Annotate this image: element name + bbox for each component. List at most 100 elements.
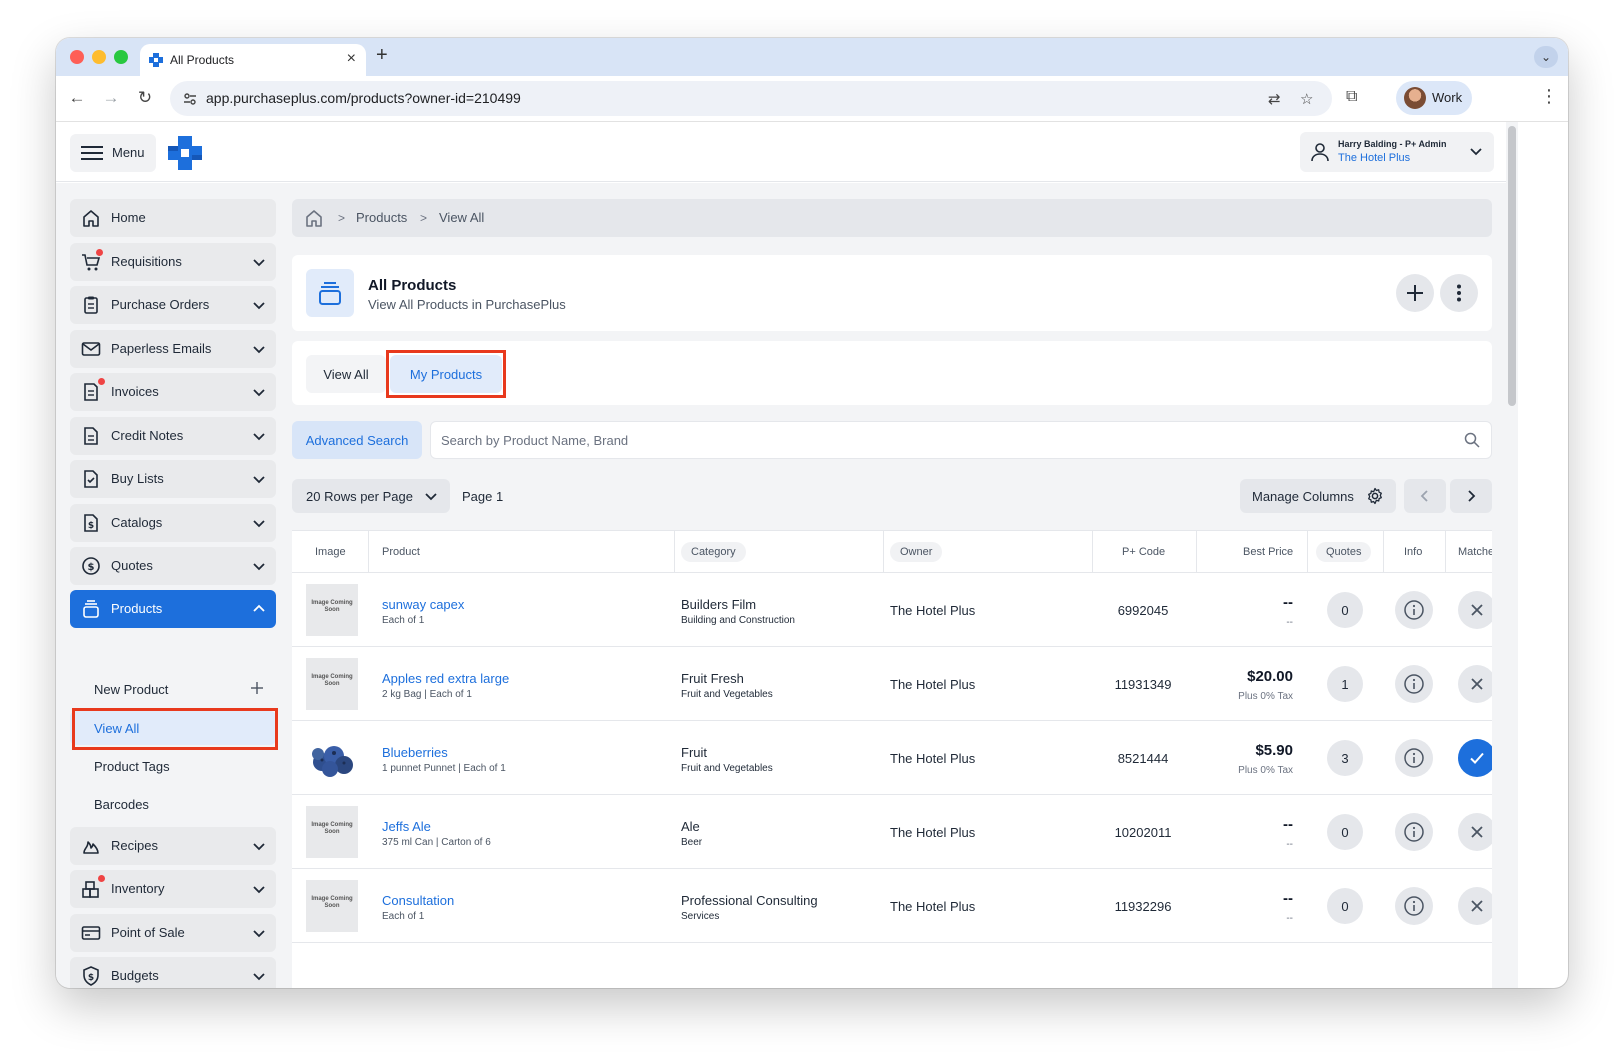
profile-button[interactable]: Work (1396, 81, 1472, 115)
sidebar-item-paperless-emails[interactable]: Paperless Emails (70, 330, 276, 368)
sidebar-subitem-new-product[interactable]: New Product (70, 672, 276, 706)
menu-button[interactable]: Menu (70, 134, 156, 172)
notification-dot (98, 875, 105, 882)
sidebar-item-purchase-orders[interactable]: Purchase Orders (70, 286, 276, 324)
match-status-button[interactable] (1458, 739, 1492, 777)
manage-columns-label: Manage Columns (1252, 489, 1354, 504)
sidebar-item-inventory[interactable]: Inventory (70, 870, 276, 908)
sidebar-item-quotes[interactable]: $ Quotes (70, 547, 276, 585)
info-button[interactable] (1395, 813, 1433, 851)
column-header-quotes[interactable]: Quotes (1308, 531, 1384, 573)
info-button[interactable] (1395, 887, 1433, 925)
purchaseplus-favicon-icon (149, 53, 163, 67)
forward-arrow-icon[interactable]: → (100, 88, 122, 108)
column-header-category[interactable]: Category (675, 531, 884, 573)
product-name-link[interactable]: sunway capex (382, 597, 464, 612)
browser-tab[interactable]: All Products × (140, 44, 366, 76)
match-status-button[interactable] (1458, 813, 1492, 851)
extensions-icon[interactable]: ⧉ (1346, 88, 1357, 106)
add-product-button[interactable] (1396, 274, 1434, 312)
sidebar-subitem-label: Barcodes (94, 797, 149, 812)
zoom-window-button[interactable] (114, 50, 128, 64)
info-button[interactable] (1395, 591, 1433, 629)
product-name-link[interactable]: Apples red extra large (382, 671, 509, 686)
purchaseplus-logo[interactable] (166, 134, 204, 172)
sidebar-item-products[interactable]: Products (70, 590, 276, 628)
product-image-placeholder: Image Coming Soon (306, 880, 358, 932)
best-price: -- (1283, 890, 1293, 907)
translate-icon[interactable]: ⇄ (1268, 90, 1281, 108)
minimize-window-button[interactable] (92, 50, 106, 64)
sidebar-item-buy-lists[interactable]: Buy Lists (70, 460, 276, 498)
back-arrow-icon[interactable]: ← (66, 88, 88, 108)
bookmark-star-icon[interactable]: ☆ (1300, 90, 1313, 108)
quotes-count-badge[interactable]: 0 (1327, 592, 1363, 628)
chevron-down-icon (253, 302, 265, 310)
sidebar-item-home[interactable]: Home (70, 199, 276, 237)
tab-search-chevron-icon[interactable]: ⌄ (1534, 46, 1558, 68)
owner: The Hotel Plus (890, 677, 976, 692)
more-options-button[interactable] (1440, 274, 1478, 312)
table-row[interactable]: Image Coming Soon Jeffs Ale 375 ml Can |… (292, 795, 1492, 869)
breadcrumb-products[interactable]: Products (356, 210, 407, 225)
match-status-button[interactable] (1458, 665, 1492, 703)
info-button[interactable] (1395, 665, 1433, 703)
table-row[interactable]: Blueberries 1 punnet Punnet | Each of 1 … (292, 721, 1492, 795)
browser-menu-icon[interactable]: ⋮ (1540, 86, 1558, 107)
plus-icon[interactable] (250, 681, 264, 695)
sidebar-subitem-label: New Product (94, 682, 169, 697)
new-tab-button[interactable]: + (376, 44, 388, 67)
sidebar-subitem-barcodes[interactable]: Barcodes (70, 787, 276, 821)
products-icon-box (306, 269, 354, 317)
sidebar-subitem-product-tags[interactable]: Product Tags (70, 749, 276, 783)
sidebar-item-credit-notes[interactable]: Credit Notes (70, 417, 276, 455)
previous-page-button[interactable] (1404, 479, 1446, 513)
quotes-count-badge[interactable]: 0 (1327, 814, 1363, 850)
scrollbar-thumb[interactable] (1508, 126, 1516, 406)
page-scrollbar[interactable] (1506, 122, 1518, 988)
sidebar-item-point-of-sale[interactable]: Point of Sale (70, 914, 276, 952)
close-window-button[interactable] (70, 50, 84, 64)
column-header-product[interactable]: Product (369, 531, 675, 573)
sidebar-item-requisitions[interactable]: Requisitions (70, 243, 276, 281)
quotes-count-badge[interactable]: 1 (1327, 666, 1363, 702)
rows-per-page-select[interactable]: 20 Rows per Page (292, 479, 450, 513)
table-row[interactable]: Image Coming Soon Consultation Each of 1… (292, 869, 1492, 943)
hamburger-icon (81, 146, 103, 160)
site-settings-icon[interactable] (182, 91, 198, 107)
search-input[interactable] (430, 421, 1492, 459)
product-name-link[interactable]: Jeffs Ale (382, 819, 431, 834)
product-name-link[interactable]: Blueberries (382, 745, 448, 760)
sidebar-item-invoices[interactable]: Invoices (70, 373, 276, 411)
column-header-code[interactable]: P+ Code (1093, 531, 1197, 573)
user-menu-button[interactable]: Harry Balding - P+ Admin The Hotel Plus (1300, 132, 1494, 172)
quotes-count-badge[interactable]: 0 (1327, 888, 1363, 924)
advanced-search-button[interactable]: Advanced Search (292, 421, 422, 459)
product-name-link[interactable]: Consultation (382, 893, 454, 908)
sidebar-item-recipes[interactable]: Recipes (70, 827, 276, 865)
reload-icon[interactable]: ↻ (134, 88, 156, 108)
image-placeholder-text: Image Coming Soon (311, 896, 353, 909)
info-icon (1404, 896, 1424, 916)
sidebar-item-budgets[interactable]: $ Budgets (70, 957, 276, 988)
home-icon[interactable] (304, 208, 324, 228)
column-header-owner[interactable]: Owner (884, 531, 1093, 573)
match-status-button[interactable] (1458, 591, 1492, 629)
column-header-best-price[interactable]: Best Price (1197, 531, 1308, 573)
price-tax-note: Plus 0% Tax (1238, 691, 1293, 702)
search-icon[interactable] (1464, 432, 1480, 448)
manage-columns-button[interactable]: Manage Columns (1240, 479, 1396, 513)
info-button[interactable] (1395, 739, 1433, 777)
address-bar[interactable]: app.purchaseplus.com/products?owner-id=2… (170, 81, 1332, 116)
match-status-button[interactable] (1458, 887, 1492, 925)
next-page-button[interactable] (1450, 479, 1492, 513)
price-tax-note: -- (1286, 913, 1293, 924)
close-tab-icon[interactable]: × (347, 50, 356, 68)
sidebar-item-catalogs[interactable]: $ Catalogs (70, 504, 276, 542)
tab-view-all[interactable]: View All (306, 355, 386, 393)
boxes-icon (82, 881, 99, 898)
table-row[interactable]: Image Coming Soon sunway capex Each of 1… (292, 573, 1492, 647)
browser-window: All Products × + ⌄ ← → ↻ app.purchaseplu… (56, 38, 1568, 988)
table-row[interactable]: Image Coming Soon Apples red extra large… (292, 647, 1492, 721)
quotes-count-badge[interactable]: 3 (1327, 740, 1363, 776)
